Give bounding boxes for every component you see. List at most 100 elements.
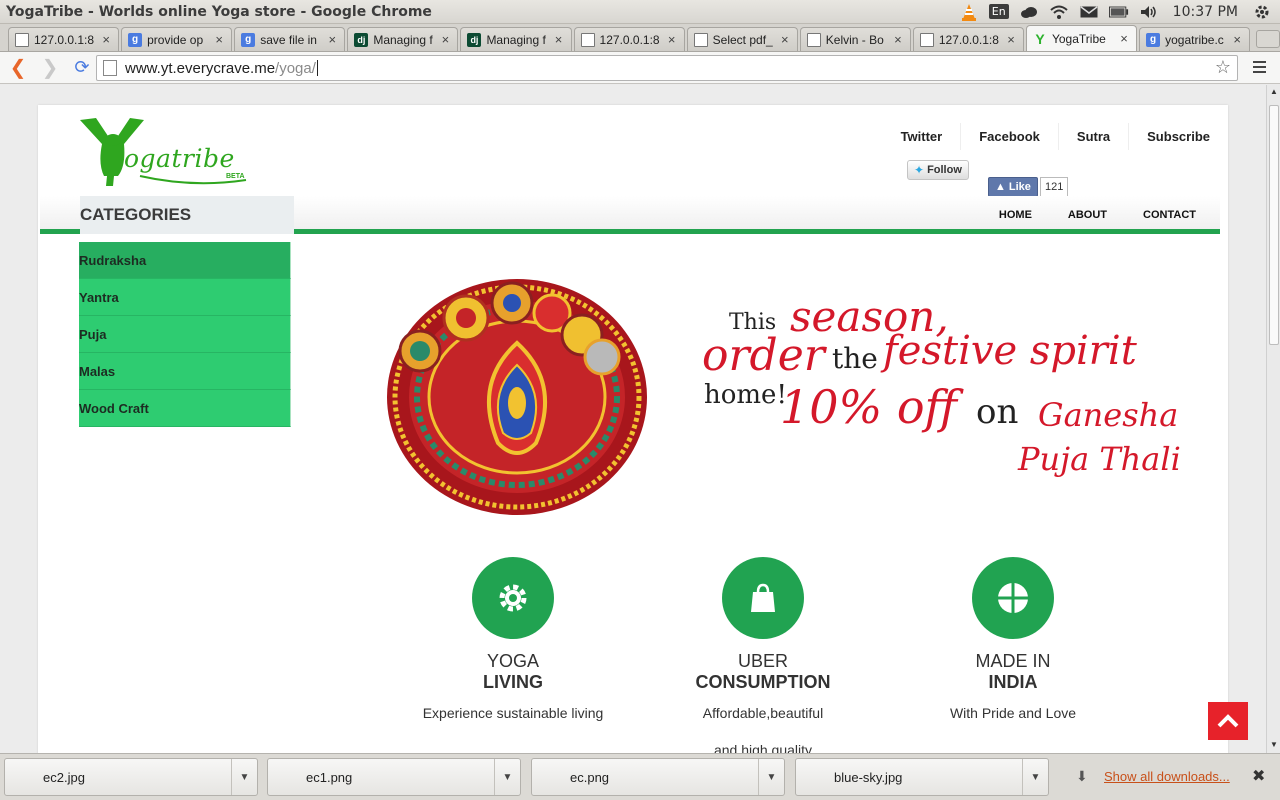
forward-arrow-icon[interactable]: ❯ [36,54,64,82]
battery-icon[interactable] [1108,3,1129,21]
tab-close-icon[interactable]: × [666,32,678,47]
wifi-icon[interactable] [1049,3,1069,21]
tab-close-icon[interactable]: × [213,32,225,47]
feature-circle[interactable] [722,557,804,639]
new-tab-button[interactable] [1256,30,1280,48]
feature-description-2: and high quality [713,742,813,753]
dropdown-arrow-icon[interactable]: ▼ [494,759,520,795]
show-all-downloads-link[interactable]: Show all downloads... [1104,769,1230,784]
nav-about[interactable]: ABOUT [1050,209,1125,221]
feature-description: Affordable,beautiful [702,705,824,721]
fb-like-label: Like [1008,181,1031,193]
tab-label: Managing f [373,32,433,47]
scrollbar-thumb[interactable] [1269,105,1279,345]
feature-title-line1: MADE IN [975,651,1051,671]
page-scrollbar[interactable]: ▲ ▼ [1266,85,1280,753]
dropdown-arrow-icon[interactable]: ▼ [231,759,257,795]
browser-tab[interactable]: Select pdf_ × [686,27,798,51]
logo-swoosh-icon [139,175,247,185]
scroll-to-top-button[interactable] [1208,702,1248,740]
gear-icon [499,584,527,612]
feature-circle[interactable] [472,557,554,639]
category-wood-craft[interactable]: Wood Craft [79,390,291,427]
browser-tab[interactable]: 127.0.0.1:8 × [912,27,1024,51]
yogatribe-icon: Y [1035,30,1045,47]
cloud-icon[interactable] [1019,3,1039,21]
os-top-bar: YogaTribe - Worlds online Yoga store - G… [0,0,1280,24]
page-viewport: ogatribe BETA Twitter Facebook Sutra Sub… [0,85,1266,753]
browser-tab[interactable]: 127.0.0.1:8 × [573,27,685,51]
tab-strip: 127.0.0.1:8 × g provide op × g save file in × dj… [0,24,1280,52]
downloads-bar: ec2.jpg ▼ ec1.png ▼ ec.png ▼ blue-sky.jp… [0,753,1280,800]
browser-tab[interactable]: 127.0.0.1:8 × [8,27,120,51]
clock[interactable]: 10:37 PM [1173,4,1238,20]
facebook-like-button[interactable]: ▲ Like [988,177,1038,197]
scroll-down-arrow-icon[interactable]: ▼ [1269,740,1279,750]
subscribe-link[interactable]: Subscribe [1128,123,1228,150]
feature-title-line1: YOGA [486,651,539,671]
window-title: YogaTribe - Worlds online Yoga store - G… [6,3,432,20]
social-links: Twitter Facebook Sutra Subscribe [883,123,1228,150]
browser-tab[interactable]: dj Managing f × [460,27,572,51]
vlc-icon[interactable] [959,3,979,21]
category-yantra[interactable]: Yantra [79,279,291,316]
tab-close-icon[interactable]: × [439,32,451,47]
browser-tab[interactable]: dj Managing f × [347,27,459,51]
tab-close-icon[interactable]: × [1231,32,1243,47]
system-tray: En 10:37 PM [959,3,1280,21]
nav-contact[interactable]: CONTACT [1125,209,1214,221]
volume-icon[interactable] [1139,3,1159,21]
doc-icon [15,32,29,47]
twitter-follow-button[interactable]: ✦ Follow [907,160,969,180]
scroll-up-arrow-icon[interactable]: ▲ [1269,87,1279,97]
browser-tab[interactable]: g save file in × [234,27,346,51]
tab-close-icon[interactable]: × [1118,31,1130,46]
browser-tab[interactable]: g provide op × [121,27,233,51]
bookmark-star-icon[interactable]: ☆ [1215,57,1231,78]
tab-label: Select pdf_ [712,32,773,47]
category-malas[interactable]: Malas [79,353,291,390]
address-bar[interactable]: www.yt.everycrave.me/yoga/ ☆ [96,55,1238,81]
download-item[interactable]: blue-sky.jpg ▼ [795,758,1049,796]
back-arrow-icon[interactable]: ❮ [4,54,32,82]
facebook-link[interactable]: Facebook [960,123,1058,150]
browser-tab[interactable]: g yogatribe.c × [1139,27,1251,51]
site-navbar: CATEGORIES HOME ABOUT CONTACT [40,196,1220,234]
mail-icon[interactable] [1079,3,1099,21]
facebook-like-count: 121 [1040,177,1069,197]
reload-icon[interactable]: ⟳ [68,54,96,82]
nav-home[interactable]: HOME [981,209,1050,221]
keyboard-language-indicator[interactable]: En [988,4,1009,19]
chrome-menu-icon[interactable] [1248,56,1270,78]
close-downloads-bar-icon[interactable]: ✖ [1252,766,1265,786]
tab-close-icon[interactable]: × [326,32,338,47]
tab-close-icon[interactable]: × [1005,32,1017,47]
tab-close-icon[interactable]: × [100,32,112,47]
google-icon: g [1146,32,1161,47]
tab-close-icon[interactable]: × [779,32,791,47]
tab-label: provide op [147,32,204,47]
dropdown-arrow-icon[interactable]: ▼ [758,759,784,795]
promo-banner[interactable]: This season, order the festive spirit ho… [698,292,1188,480]
download-item[interactable]: ec1.png ▼ [267,758,521,796]
browser-tab[interactable]: Kelvin - Bo × [799,27,911,51]
browser-tab[interactable]: Y YogaTribe × [1025,25,1138,51]
category-rudraksha[interactable]: Rudraksha [79,242,291,279]
tab-close-icon[interactable]: × [553,32,565,47]
promo-product-line2: Puja Thali [1018,440,1181,478]
dropdown-arrow-icon[interactable]: ▼ [1022,759,1048,795]
feature-description: With Pride and Love [949,705,1077,721]
twitter-follow-label: Follow [927,164,962,176]
twitter-link[interactable]: Twitter [883,123,961,150]
download-item[interactable]: ec2.jpg ▼ [4,758,258,796]
tab-close-icon[interactable]: × [892,32,904,47]
yogatribe-logo[interactable]: ogatribe BETA [78,114,253,189]
category-puja[interactable]: Puja [79,316,291,353]
doc-icon [693,32,708,47]
settings-gear-icon[interactable] [1252,3,1272,21]
django-icon: dj [467,32,482,47]
url-host: www.yt.everycrave.me [125,59,276,77]
download-item[interactable]: ec.png ▼ [531,758,785,796]
feature-circle[interactable] [972,557,1054,639]
sutra-link[interactable]: Sutra [1057,123,1128,150]
